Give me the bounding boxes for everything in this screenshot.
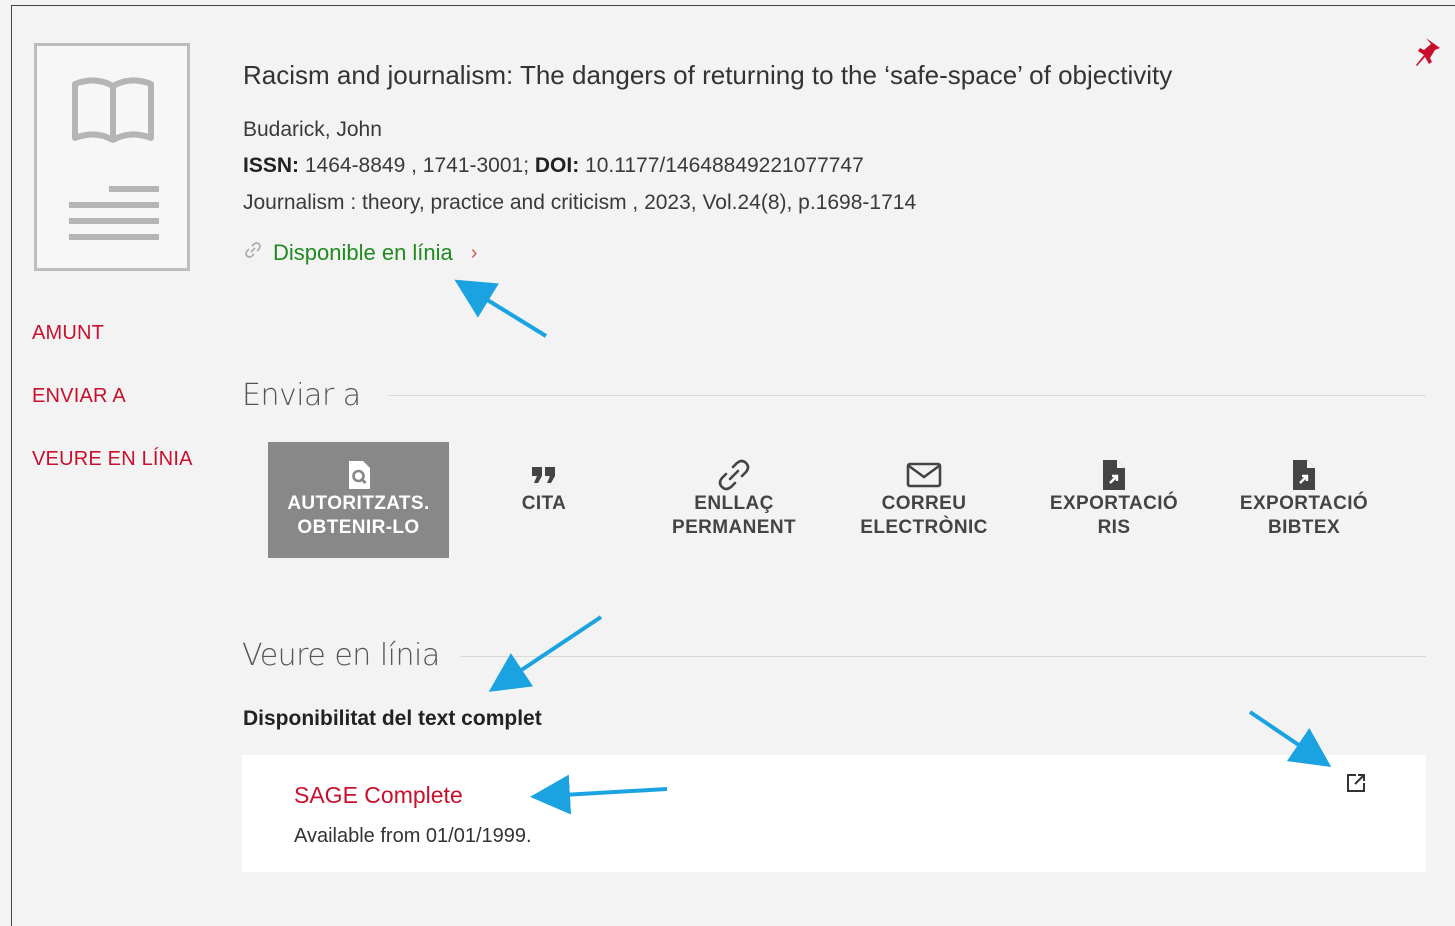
action-export-ris[interactable]: EXPORTACIÓ RIS: [1019, 442, 1209, 558]
action-label: CITA: [521, 493, 567, 514]
action-export-bibtex[interactable]: EXPORTACIÓ BIBTEX: [1209, 442, 1399, 558]
doi-label: DOI:: [534, 154, 580, 177]
link-icon: [243, 240, 263, 266]
action-label: ENLLAÇ PERMANENT: [672, 493, 796, 538]
view-online-heading: Veure en línia: [242, 638, 440, 673]
external-link-icon[interactable]: [1344, 771, 1368, 800]
issn-value: 1464-8849 , 1741-3001;: [299, 154, 535, 177]
fulltext-heading: Disponibilitat del text complet: [243, 707, 542, 730]
availability-link[interactable]: Disponible en línia ›: [243, 240, 477, 266]
action-label: EXPORTACIÓ RIS: [1049, 493, 1179, 538]
record-title[interactable]: Racism and journalism: The dangers of re…: [243, 60, 1172, 91]
provider-name[interactable]: SAGE Complete: [294, 782, 463, 809]
sidebar-item-enviar-a[interactable]: ENVIAR A: [32, 385, 126, 408]
search-document-icon: [346, 458, 372, 492]
action-cite[interactable]: CITA: [449, 442, 639, 558]
chevron-right-icon: ›: [470, 241, 478, 264]
coverage-text: Available from 01/01/1999.: [294, 825, 532, 847]
file-export-icon: [1101, 458, 1127, 492]
open-book-icon: [69, 77, 159, 240]
pin-icon[interactable]: [1414, 36, 1444, 75]
record-identifiers: ISSN: 1464-8849 , 1741-3001; DOI: 10.117…: [243, 154, 864, 178]
link-icon: [717, 458, 751, 492]
action-label: CORREU ELECTRÒNIC: [860, 493, 988, 538]
action-email[interactable]: CORREU ELECTRÒNIC: [829, 442, 1019, 558]
send-to-actions: AUTORITZATS. OBTENIR-LO CITA ENLLAÇ PERM…: [268, 442, 1399, 558]
book-thumbnail: [34, 43, 190, 271]
file-export-icon: [1291, 458, 1317, 492]
action-label: EXPORTACIÓ BIBTEX: [1239, 493, 1369, 538]
action-label: AUTORITZATS. OBTENIR-LO: [287, 493, 430, 538]
send-to-divider: [388, 395, 1426, 396]
record-source: Journalism : theory, practice and critic…: [243, 191, 917, 214]
quote-icon: [530, 458, 558, 492]
fulltext-provider-card[interactable]: SAGE Complete Available from 01/01/1999.: [242, 755, 1426, 872]
sidebar-item-veure-en-linia[interactable]: VEURE EN LÍNIA: [32, 448, 193, 471]
availability-label: Disponible en línia: [273, 240, 453, 265]
issn-label: ISSN:: [243, 154, 300, 177]
action-permalink[interactable]: ENLLAÇ PERMANENT: [639, 442, 829, 558]
view-online-divider: [460, 656, 1426, 657]
doi-value: 10.1177/14648849221077747: [579, 154, 864, 177]
record-author[interactable]: Budarick, John: [243, 118, 382, 142]
action-authorized-get-it[interactable]: AUTORITZATS. OBTENIR-LO: [268, 442, 449, 558]
sidebar-item-amunt[interactable]: AMUNT: [32, 322, 104, 345]
mail-icon: [906, 458, 942, 492]
send-to-heading: Enviar a: [242, 378, 361, 413]
